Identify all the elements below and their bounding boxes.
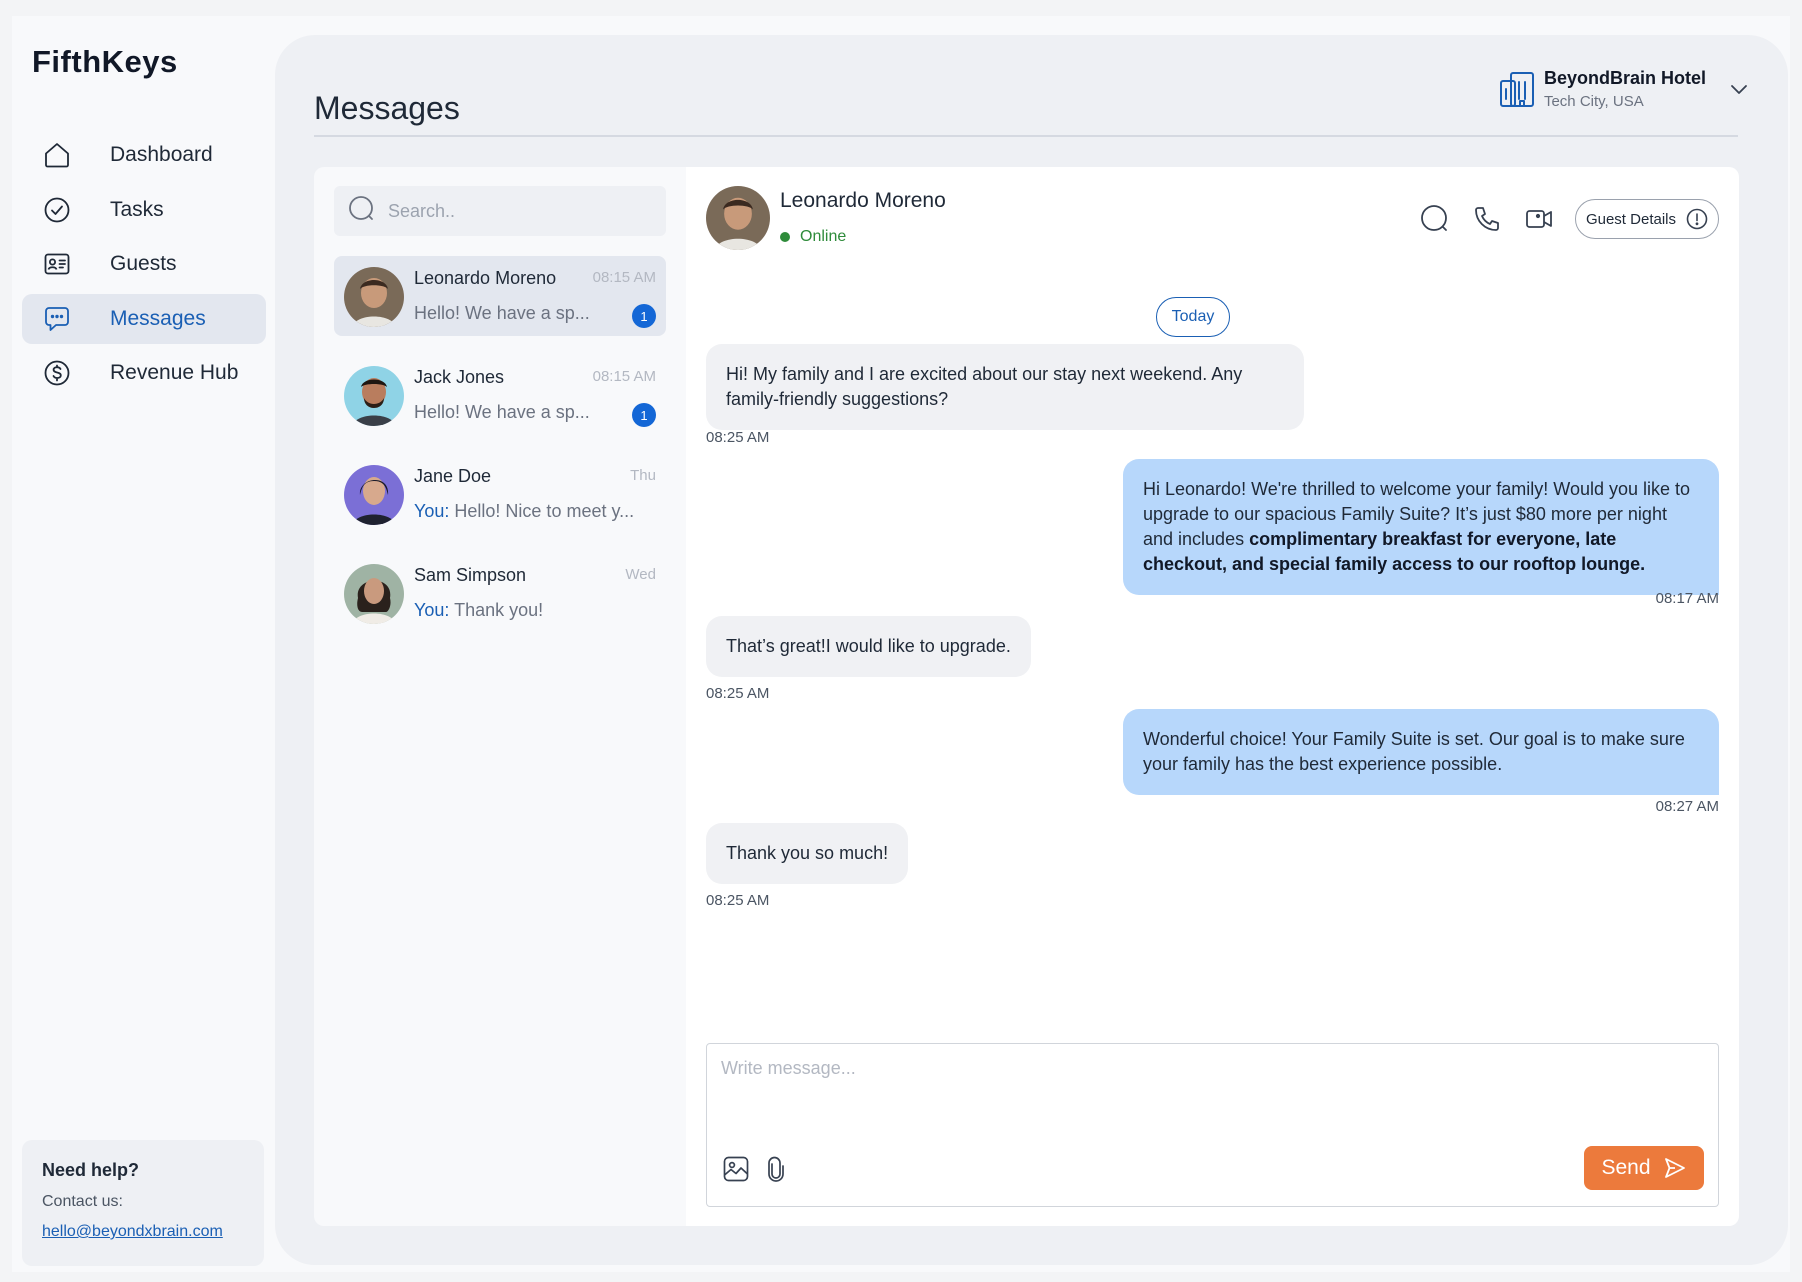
help-card: Need help? Contact us: hello@beyondxbrai… [22,1140,264,1266]
message-bubble-incoming: That’s great!I would like to upgrade. [706,616,1031,677]
sidebar-item-revenue-hub[interactable]: Revenue Hub [22,348,266,398]
conversation-list: Leonardo Moreno 08:15 AM Hello! We have … [334,256,666,652]
conversation-time: 08:15 AM [592,368,656,385]
message-time: 08:25 AM [706,892,770,909]
chat-panel: Leonardo Moreno Online Guest Details Tod… [686,167,1739,1226]
message-time: 08:27 AM [1655,798,1719,815]
unread-badge: 1 [632,403,656,427]
search-input[interactable] [388,200,648,222]
message-bubble-outgoing: Wonderful choice! Your Family Suite is s… [1123,709,1719,795]
search-box[interactable] [334,186,666,236]
message-bubble-incoming: Thank you so much! [706,823,909,884]
send-icon [1663,1156,1687,1180]
avatar [344,366,404,426]
avatar [344,564,404,624]
check-circle-icon [42,195,72,225]
send-button[interactable]: Send [1584,1146,1704,1190]
sidebar-item-tasks[interactable]: Tasks [22,185,266,235]
app-root: FifthKeys Dashboard Tasks Guests Message… [12,16,1790,1272]
unread-badge: 1 [632,304,656,328]
conversation-preview-text: Hello! Nice to meet y... [454,501,635,521]
conversation-name: Jane Doe [414,466,492,486]
sidebar-item-label: Tasks [110,197,164,221]
conversation-time: 08:15 AM [592,269,656,286]
sidebar-item-label: Revenue Hub [110,361,239,384]
message-composer: Send [706,1043,1719,1207]
page-title: Messages [314,90,460,126]
chevron-down-icon[interactable] [1728,78,1750,100]
avatar [344,465,404,525]
help-title: Need help? [42,1160,140,1180]
conversation-preview: Hello! We have a sp... [414,303,590,324]
sidebar: FifthKeys Dashboard Tasks Guests Message… [12,16,276,1272]
date-separator: Today [1156,297,1230,337]
conversation-preview-text: Hello! We have a sp... [414,303,590,323]
conversation-item-jack-jones[interactable]: Jack Jones 08:15 AM Hello! We have a sp.… [334,355,666,435]
you-prefix: You: [414,501,450,521]
sidebar-item-messages[interactable]: Messages [22,293,266,344]
send-label: Send [1601,1156,1651,1179]
guest-details-label: Guest Details [1585,210,1676,228]
image-icon[interactable] [721,1154,751,1184]
video-camera-icon[interactable] [1523,203,1555,235]
main-panel: Messages BeyondBrain Hotel Tech City, US… [275,35,1788,1265]
search-icon[interactable] [1419,203,1451,235]
guest-details-button[interactable]: Guest Details [1574,199,1719,239]
composer-tools [721,1154,801,1184]
chat-actions: Guest Details [1419,199,1719,239]
message-bubble-outgoing: Hi Leonardo! We're thrilled to welcome y… [1123,459,1719,595]
online-dot [780,232,790,242]
chat-icon [42,304,72,334]
search-icon [348,195,376,228]
conversation-name: Leonardo Moreno [414,268,557,288]
sidebar-item-label: Guests [110,252,177,275]
help-email-link[interactable]: hello@beyondxbrain.com [42,1223,244,1241]
conversation-list-panel: Leonardo Moreno 08:15 AM Hello! We have … [314,167,686,1226]
message-input[interactable] [721,1058,1701,1138]
hotel-selector[interactable]: BeyondBrain Hotel Tech City, USA [1498,68,1750,110]
conversation-time: Wed [625,566,656,583]
conversation-item-leonardo-moreno[interactable]: Leonardo Moreno 08:15 AM Hello! We have … [334,256,666,336]
sidebar-item-guests[interactable]: Guests [22,239,266,289]
id-card-icon [42,249,72,279]
conversation-preview-text: Hello! We have a sp... [414,402,590,422]
paperclip-icon[interactable] [761,1154,791,1184]
sidebar-item-dashboard[interactable]: Dashboard [22,130,266,180]
chat-status: Online [780,228,846,246]
sidebar-item-label: Messages [110,306,206,330]
home-icon [42,140,72,170]
avatar [706,186,770,250]
sidebar-nav: Dashboard Tasks Guests Messages Revenue … [22,130,266,403]
header-divider [314,135,1738,137]
hotel-text: BeyondBrain Hotel Tech City, USA [1544,68,1706,110]
conversation-preview-text: Thank you! [454,600,544,620]
conversation-preview: You: Hello! Nice to meet y... [414,501,634,522]
conversation-preview: Hello! We have a sp... [414,402,590,423]
conversation-time: Thu [630,467,656,484]
hotel-name: BeyondBrain Hotel [1543,68,1706,88]
chat-status-text: Online [800,228,847,245]
brand-logo: FifthKeys [32,44,178,79]
message-time: 08:25 AM [706,685,770,702]
info-icon [1686,208,1708,230]
you-prefix: You: [414,600,450,620]
phone-icon[interactable] [1471,203,1503,235]
conversation-item-jane-doe[interactable]: Jane Doe Thu You: Hello! Nice to meet y.… [334,454,666,534]
message-time: 08:25 AM [706,429,770,446]
conversation-preview: You: Thank you! [414,600,543,621]
dollar-icon [42,358,72,388]
help-contact-label: Contact us: [42,1193,123,1210]
chat-contact-name: Leonardo Moreno [780,189,946,212]
avatar [344,267,404,327]
sidebar-item-label: Dashboard [110,143,213,166]
conversation-name: Sam Simpson [414,565,527,585]
conversation-name: Jack Jones [414,367,505,387]
conversation-item-sam-simpson[interactable]: Sam Simpson Wed You: Thank you! [334,553,666,633]
message-time: 08:17 AM [1655,590,1719,607]
message-bubble-incoming: Hi! My family and I are excited about ou… [706,344,1304,430]
hotel-location: Tech City, USA [1543,93,1644,110]
building-icon [1498,69,1536,109]
